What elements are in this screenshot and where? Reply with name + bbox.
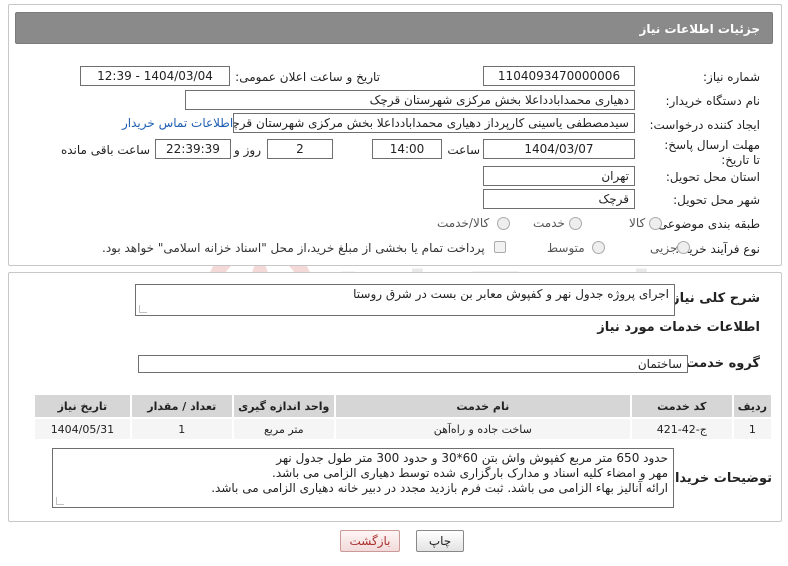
resize-handle[interactable] [56,497,64,505]
panel-header: جزئیات اطلاعات نیاز [15,12,773,44]
radio-service[interactable] [569,217,582,230]
cell-name: ساخت جاده و راه‌آهن [333,417,632,441]
general-desc-text: اجرای پروژه جدول نهر و کفپوش معابر بن بس… [353,287,669,301]
buyer-org-label: نام دستگاه خریدار: [665,94,761,108]
radio-goods-service[interactable] [497,217,510,230]
deadline-date-field: 1404/03/07 [483,139,635,159]
col-name-header: نام خدمت [333,393,632,419]
radio-medium-label: متوسط [547,241,585,255]
buyer-org-field: دهیاری محمدابادداعلا بخش مرکزی شهرستان ق… [185,90,635,110]
deadline-label: مهلت ارسال پاسخ: تا تاریخ: [664,138,760,167]
treasury-checkbox[interactable] [494,241,506,253]
resize-handle[interactable] [139,305,147,313]
buyer-notes-line-3: ارائه آنالیز بهاء الزامی می باشد. ثبت فر… [211,481,668,495]
cell-code: ج-42-421 [629,417,734,441]
province-field: تهران [483,166,635,186]
col-unit-header: واحد اندازه گیری [231,393,336,419]
contact-buyer-link[interactable]: اطلاعات تماس خریدار [122,116,233,130]
radio-goods[interactable] [649,217,662,230]
back-button[interactable]: بازگشت [340,530,400,552]
col-date-header: تاریخ نیاز [33,393,132,419]
day-and-label: روز و [234,143,261,157]
cell-row: 1 [731,417,774,441]
radio-minor-label: جزیی [650,241,678,255]
cell-unit: متر مربع [231,417,336,441]
services-table: ردیف کد خدمت نام خدمت واحد اندازه گیری ت… [33,393,774,441]
services-info-title: اطلاعات خدمات مورد نیاز [597,320,760,335]
treasury-note: پرداخت تمام یا بخشی از مبلغ خرید،از محل … [102,241,485,255]
announce-datetime-field: 1404/03/04 - 12:39 [80,66,230,86]
panel-title: جزئیات اطلاعات نیاز [639,22,760,36]
need-number-label: شماره نیاز: [703,70,760,84]
announce-datetime-label: تاریخ و ساعت اعلان عمومی: [235,70,380,84]
general-desc-label: شرح کلی نیاز: [666,291,760,306]
requester-field: سیدمصطفی یاسینی کارپرداز دهیاری محمداباد… [233,113,635,133]
days-field: 2 [267,139,333,159]
remaining-label: ساعت باقی مانده [60,143,150,157]
cell-qty: 1 [129,417,234,441]
remaining-time-field: 22:39:39 [155,139,231,159]
category-label: طبقه بندی موضوعی: [653,217,760,231]
service-group-label: گروه خدمت: [680,356,760,371]
buyer-notes-line-2: مهر و امضاء کلیه اسناد و مدارک بارگزاری … [272,466,668,480]
table-header-row: ردیف کد خدمت نام خدمت واحد اندازه گیری ت… [33,393,774,419]
province-label: استان محل تحویل: [665,170,760,184]
buyer-notes-label: توضیحات خریدار: [662,471,772,486]
city-label: شهر محل تحویل: [673,193,760,207]
col-row-header: ردیف [731,393,774,419]
general-desc-field: اجرای پروژه جدول نهر و کفپوش معابر بن بس… [135,284,675,316]
buyer-notes-field: حدود 650 متر مربع کفپوش واش بتن 60*30 و … [52,448,674,508]
service-group-field: ساختمان [138,355,688,373]
time-label: ساعت [447,143,480,157]
deadline-time-field: 14:00 [372,139,442,159]
city-field: قرچک [483,189,635,209]
radio-goods-service-label: کالا/خدمت [437,216,490,230]
col-qty-header: تعداد / مقدار [129,393,234,419]
print-button[interactable]: چاپ [416,530,464,552]
col-code-header: کد خدمت [629,393,734,419]
table-row: 1 ج-42-421 ساخت جاده و راه‌آهن متر مربع … [33,417,774,441]
need-number-field: 1104093470000006 [483,66,635,86]
radio-minor[interactable] [677,241,690,254]
requester-label: ایجاد کننده درخواست: [649,118,760,132]
radio-service-label: خدمت [533,216,565,230]
buyer-notes-line-1: حدود 650 متر مربع کفپوش واش بتن 60*30 و … [276,451,668,465]
cell-date: 1404/05/31 [33,417,132,441]
radio-medium[interactable] [592,241,605,254]
radio-goods-label: کالا [629,216,646,230]
